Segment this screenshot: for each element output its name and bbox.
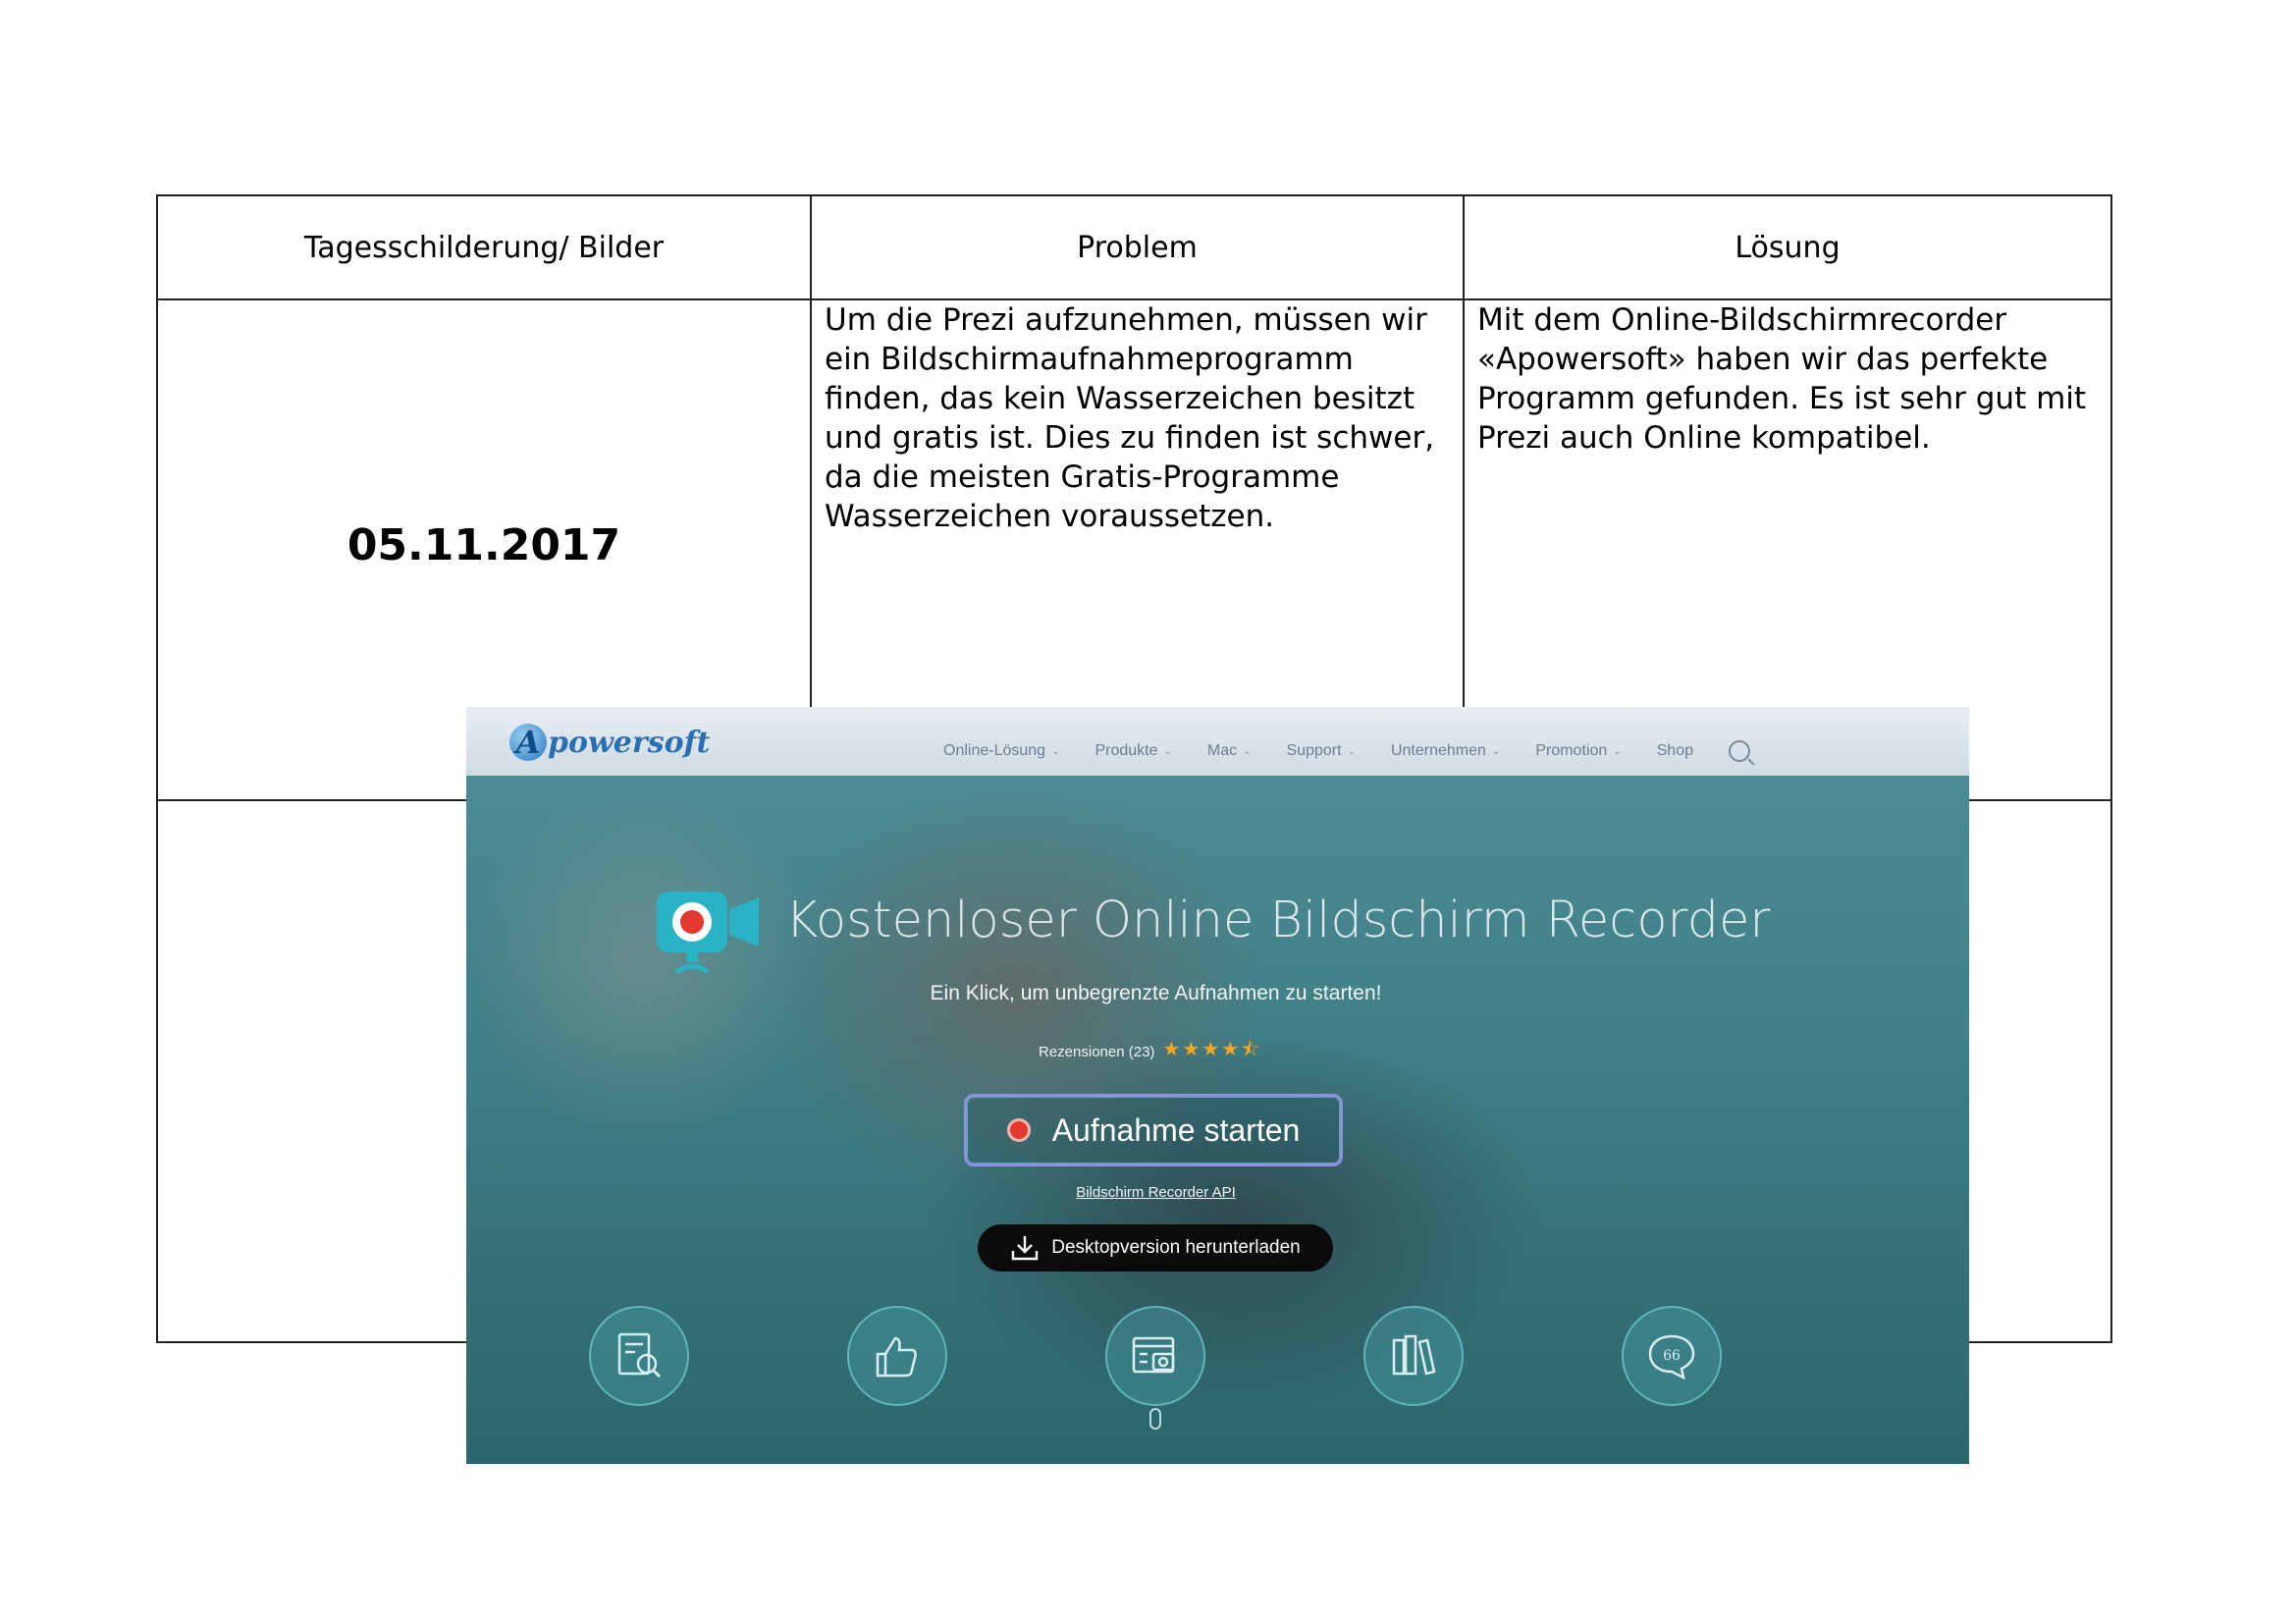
screenshot-camera-icon [1132, 1336, 1175, 1374]
hero-title: Kostenloser Online Bildschirm Recorder [785, 892, 1771, 949]
feature-search-document[interactable] [589, 1306, 689, 1406]
header-loesung: Lösung [1735, 230, 1841, 265]
nav-item-support[interactable]: Support ⌄ [1287, 742, 1356, 760]
chevron-down-icon: ⌄ [1243, 745, 1252, 757]
logo-text: powersoft [548, 725, 711, 760]
feature-thumbs-up[interactable] [847, 1306, 947, 1406]
download-desktop-button[interactable]: Desktopversion herunterladen [978, 1224, 1333, 1272]
apowersoft-screenshot: A powersoft Online-Lösung ⌄ Produkte ⌄ Mac… [466, 707, 1969, 1464]
search-icon[interactable] [1729, 740, 1750, 762]
record-dot-icon [1006, 1118, 1031, 1142]
reviews-label: Rezensionen (23) [1039, 1043, 1155, 1060]
feature-testimonials[interactable]: 66 [1622, 1306, 1722, 1406]
chevron-down-icon: ⌄ [1613, 745, 1622, 757]
scroll-down-icon[interactable] [1149, 1408, 1161, 1430]
quote-bubble-icon: 66 [1648, 1334, 1695, 1380]
chevron-down-icon: ⌄ [1163, 745, 1172, 757]
problem-text: Um die Prezi aufzunehmen, müssen wir ein… [825, 302, 1435, 534]
nav-menu: Online-Lösung ⌄ Produkte ⌄ Mac ⌄ Support ⌄ U… [943, 707, 1750, 795]
nav-item-promotion[interactable]: Promotion ⌄ [1535, 742, 1621, 760]
feature-library[interactable] [1363, 1306, 1464, 1406]
download-desktop-label: Desktopversion herunterladen [1051, 1237, 1301, 1258]
thumbs-up-icon [876, 1336, 917, 1378]
logo-letter: A [509, 724, 547, 761]
recorder-api-link[interactable]: Bildschirm Recorder API [466, 1184, 1845, 1201]
nav-item-shop[interactable]: Shop [1657, 742, 1693, 760]
site-navbar: A powersoft Online-Lösung ⌄ Produkte ⌄ Mac… [466, 707, 1969, 776]
start-recording-button[interactable]: Aufnahme starten [964, 1094, 1343, 1166]
nav-item-online-loesung[interactable]: Online-Lösung ⌄ [943, 742, 1059, 760]
reviews-rating[interactable]: Rezensionen (23) ★★★★⯪ [1039, 1035, 1261, 1068]
feature-screenshot[interactable] [1105, 1306, 1205, 1406]
hero-subtitle: Ein Klick, um unbegrenzte Aufnahmen zu s… [930, 982, 1382, 1004]
header-problem: Problem [1077, 230, 1198, 265]
chevron-down-icon: ⌄ [1491, 745, 1501, 757]
apowersoft-logo[interactable]: A powersoft [509, 721, 710, 764]
books-icon [1392, 1334, 1436, 1376]
entry-date: 05.11.2017 [347, 520, 621, 570]
solution-text: Mit dem Online-Bildschirmrecorder «Apowe… [1477, 302, 2087, 456]
download-icon [1012, 1236, 1039, 1261]
header-tagesschilderung: Tagesschilderung/ Bilder [303, 230, 665, 265]
video-recorder-icon [657, 892, 759, 974]
start-recording-label: Aufnahme starten [1051, 1111, 1301, 1148]
quote-mark: 66 [1663, 1348, 1681, 1364]
chevron-down-icon: ⌄ [1347, 745, 1356, 757]
search-document-icon [617, 1332, 662, 1379]
chevron-down-icon: ⌄ [1051, 745, 1060, 757]
nav-item-unternehmen[interactable]: Unternehmen ⌄ [1391, 742, 1500, 760]
nav-item-mac[interactable]: Mac ⌄ [1207, 742, 1252, 760]
nav-item-produkte[interactable]: Produkte ⌄ [1095, 742, 1171, 760]
star-rating-icon: ★★★★⯪ [1162, 1039, 1262, 1060]
